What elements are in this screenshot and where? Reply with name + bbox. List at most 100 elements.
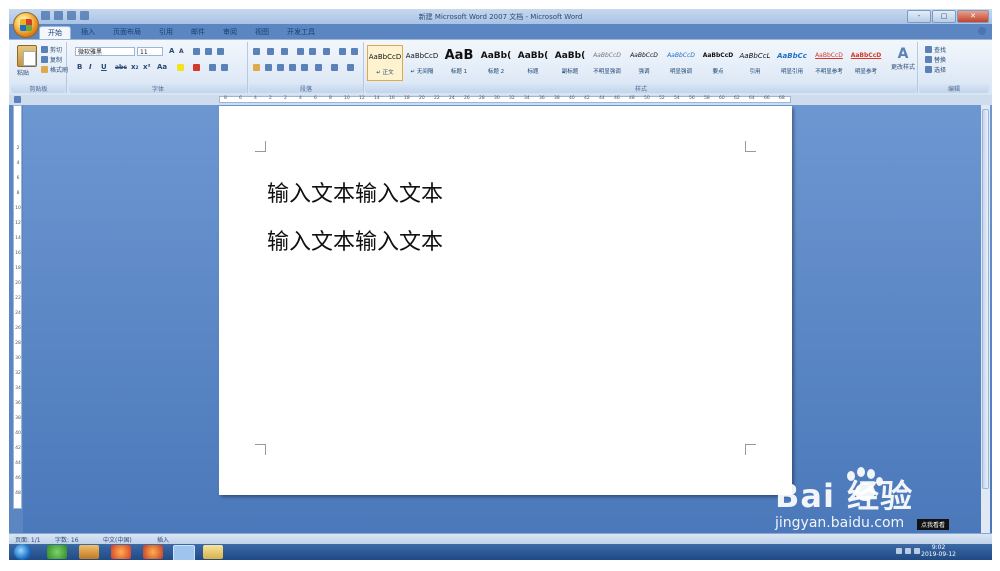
horizontal-ruler[interactable]: 8 6 4 2 2 4 6 8 10 12 14 16 18 20 22 24 26 28 30 32 34 36 38 40…: [219, 96, 791, 103]
word-count[interactable]: 字数: 16: [55, 535, 79, 544]
multilevel-list-icon[interactable]: [281, 48, 288, 55]
style-intense-reference[interactable]: AaBbCcD 明显参考: [848, 45, 884, 81]
strikethrough-button[interactable]: abc: [115, 64, 127, 71]
zoom-hint-tooltip[interactable]: 点我看看: [917, 519, 950, 530]
style-heading-2[interactable]: AaBb( 标题 2: [478, 45, 514, 81]
style-quote[interactable]: AaBbCcL 引用: [737, 45, 773, 81]
style-strong[interactable]: AaBbCcD 要点: [700, 45, 736, 81]
char-border-icon[interactable]: [217, 48, 224, 55]
style-no-spacing[interactable]: AaBbCcD ↵ 无间隔: [404, 45, 440, 81]
change-case-button[interactable]: Aa: [157, 63, 167, 71]
replace-button[interactable]: 替换: [925, 55, 946, 64]
word-taskbar-icon[interactable]: [173, 545, 195, 560]
tab-home[interactable]: 开始: [39, 26, 71, 40]
tab-mailings[interactable]: 邮件: [183, 26, 213, 40]
clear-format-icon[interactable]: [193, 48, 200, 55]
start-button-icon[interactable]: [14, 544, 31, 560]
tab-review[interactable]: 审阅: [215, 26, 245, 40]
line-spacing-icon[interactable]: [315, 64, 322, 71]
vruler-tick-label: 2: [16, 146, 20, 151]
tab-selector-icon[interactable]: [14, 96, 21, 103]
chinese-layout-icon[interactable]: [323, 48, 330, 55]
document-line-1[interactable]: 输入文本输入文本: [267, 176, 443, 208]
bold-button[interactable]: B: [77, 63, 82, 71]
style-intense-emphasis[interactable]: AaBbCcD 明显强调: [663, 45, 699, 81]
superscript-button[interactable]: x²: [143, 63, 151, 71]
style-sample: AaBbCcD: [593, 52, 621, 59]
align-right-icon[interactable]: [277, 64, 284, 71]
tab-references[interactable]: 引用: [151, 26, 181, 40]
cut-button[interactable]: 剪切: [41, 45, 62, 54]
change-styles-button[interactable]: A 更改样式: [891, 46, 915, 71]
copy-button[interactable]: 复制: [41, 55, 62, 64]
style-title[interactable]: AaBb( 标题: [515, 45, 551, 81]
explorer-icon[interactable]: [203, 545, 223, 559]
subscript-button[interactable]: x₂: [131, 63, 139, 71]
style-heading-1[interactable]: AaB 标题 1: [441, 45, 477, 81]
find-button[interactable]: 查找: [925, 45, 946, 54]
style-intense-quote[interactable]: AaBbCc 明显引用: [774, 45, 810, 81]
tab-view[interactable]: 视图: [247, 26, 277, 40]
maximize-button[interactable]: □: [932, 10, 956, 23]
increase-indent-icon[interactable]: [309, 48, 316, 55]
vruler-tick-label: 16: [15, 251, 21, 256]
insert-mode[interactable]: 插入: [157, 535, 169, 544]
office-button[interactable]: [13, 12, 39, 38]
justify-icon[interactable]: [289, 64, 296, 71]
tab-insert[interactable]: 插入: [73, 26, 103, 40]
italic-button[interactable]: I: [89, 63, 92, 71]
numbering-icon[interactable]: [267, 48, 274, 55]
borders-icon[interactable]: [347, 64, 354, 71]
style-normal[interactable]: AaBbCcD ↵ 正文: [367, 45, 403, 81]
style-subtle-reference[interactable]: AaBbCcD 不明显参考: [811, 45, 847, 81]
ime-icon[interactable]: [914, 548, 920, 554]
sort-icon[interactable]: [339, 48, 346, 55]
underline-button[interactable]: U: [101, 63, 107, 71]
tab-page-layout[interactable]: 页面布局: [105, 26, 149, 40]
align-center-icon[interactable]: [265, 64, 272, 71]
browser-icon[interactable]: [143, 545, 163, 559]
phonetic-guide-icon[interactable]: [205, 48, 212, 55]
char-shading-icon[interactable]: [209, 64, 216, 71]
show-marks-icon[interactable]: [351, 48, 358, 55]
style-subtitle[interactable]: AaBb( 副标题: [552, 45, 588, 81]
align-left-icon[interactable]: [253, 64, 260, 71]
vertical-scrollbar[interactable]: [981, 105, 990, 535]
ruler-tick-label: 4: [299, 96, 302, 101]
font-size-field[interactable]: 11: [137, 47, 163, 56]
scrollbar-thumb[interactable]: [982, 109, 989, 489]
ruler-tick-label: 18: [404, 96, 410, 101]
volume-icon[interactable]: [905, 548, 911, 554]
page-count[interactable]: 页面: 1/1: [15, 535, 41, 544]
network-icon[interactable]: [896, 548, 902, 554]
font-color-icon[interactable]: [193, 64, 200, 71]
font-name-field[interactable]: 微软雅黑: [75, 47, 135, 56]
minimize-button[interactable]: -: [907, 10, 931, 23]
close-button[interactable]: ✕: [957, 10, 989, 23]
highlight-icon[interactable]: [177, 64, 184, 71]
style-subtle-emphasis[interactable]: AaBbCcD 不明显强调: [589, 45, 625, 81]
shrink-font-button[interactable]: A: [179, 48, 184, 55]
language-indicator[interactable]: 中文(中国): [103, 535, 132, 544]
tab-developer[interactable]: 开发工具: [279, 26, 323, 40]
style-emphasis[interactable]: AaBbCcD 强调: [626, 45, 662, 81]
enclose-char-icon[interactable]: [221, 64, 228, 71]
distributed-icon[interactable]: [301, 64, 308, 71]
format-painter-button[interactable]: 格式刷: [41, 65, 68, 74]
app-360-icon[interactable]: [47, 545, 67, 559]
taskbar-clock[interactable]: 9:02 2019-09-12: [921, 544, 956, 558]
document-line-2[interactable]: 输入文本输入文本: [267, 224, 443, 256]
style-name: 标题: [527, 69, 539, 75]
shading-icon[interactable]: [331, 64, 338, 71]
bullets-icon[interactable]: [253, 48, 260, 55]
app-notes-icon[interactable]: [79, 545, 99, 559]
decrease-indent-icon[interactable]: [297, 48, 304, 55]
help-icon[interactable]: [978, 27, 986, 35]
grow-font-button[interactable]: A: [169, 47, 174, 55]
paste-icon[interactable]: [17, 45, 37, 67]
select-button[interactable]: 选择: [925, 65, 946, 74]
firefox-icon[interactable]: [111, 545, 131, 559]
paste-button[interactable]: 粘贴: [17, 68, 29, 77]
document-page[interactable]: 输入文本输入文本 输入文本输入文本: [219, 106, 792, 495]
vertical-ruler[interactable]: 2 4 6 8 10 12 14 16 18 20 22 24 26 28 30 32 34 36 38 40 42 44…: [13, 105, 22, 509]
